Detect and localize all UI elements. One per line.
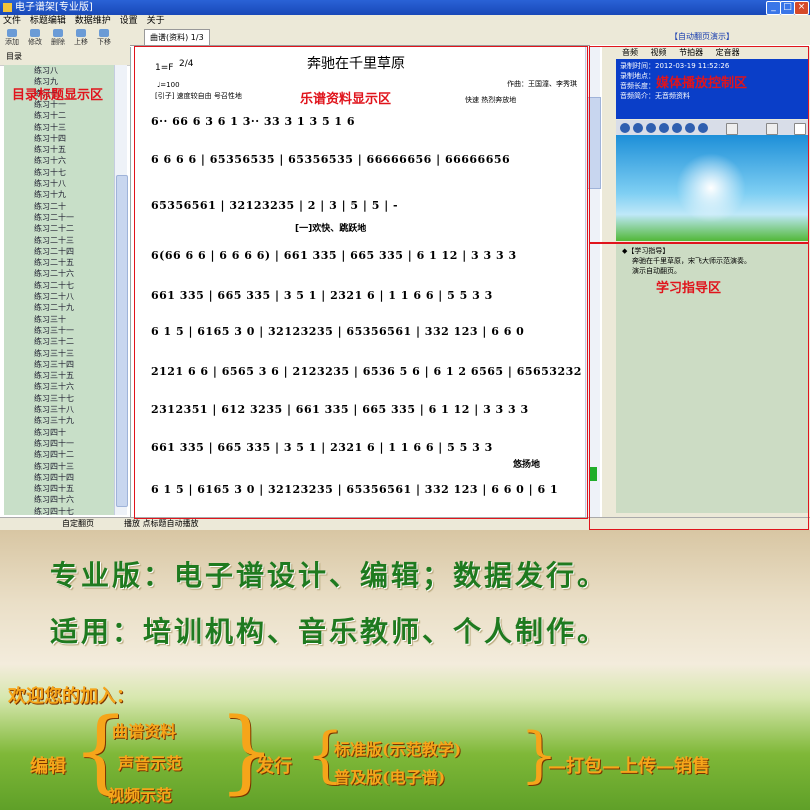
catalog-pane: 目录 练习八 练习九 练习十 练习十一 练习十二 练习十三 练习十四 练习十五 练习十六 练习十七… bbox=[0, 47, 131, 517]
move-up-icon bbox=[76, 29, 86, 37]
tree-item[interactable]: 练习二十六 bbox=[34, 268, 74, 279]
delete-button[interactable]: 删除 bbox=[48, 29, 68, 46]
menu-title-edit[interactable]: 标题编辑 bbox=[30, 16, 66, 26]
tree-item[interactable]: 练习四十五 bbox=[34, 483, 74, 494]
publish-item-2: 普及版(电子谱) bbox=[334, 768, 446, 787]
promo-line-2: 适用：培训机构、音乐教师、个人制作。 bbox=[50, 615, 609, 648]
tree-item[interactable]: 练习二十四 bbox=[34, 246, 74, 257]
minimize-button[interactable]: _ bbox=[766, 1, 781, 15]
tree-item[interactable]: 练习四十六 bbox=[34, 494, 74, 505]
tree-item[interactable]: 练习二十七 bbox=[34, 280, 74, 291]
tree-scrollbar[interactable] bbox=[114, 65, 128, 515]
promo-banner: 专业版：电子谱设计、编辑；数据发行。 适用：培训机构、音乐教师、个人制作。 欢迎… bbox=[0, 530, 810, 810]
tree-item[interactable]: 练习十九 bbox=[34, 189, 66, 200]
move-down-button[interactable]: 下移 bbox=[94, 29, 114, 46]
close-button[interactable]: × bbox=[794, 1, 809, 15]
tree-item[interactable]: 练习四十一 bbox=[34, 438, 74, 449]
delete-icon bbox=[53, 29, 63, 37]
publish-item-1: 标准版(示范教学) bbox=[334, 740, 462, 759]
tree-item[interactable]: 练习二十五 bbox=[34, 257, 74, 268]
media-area-label: 媒体播放控制区 bbox=[656, 76, 748, 91]
score-area-frame bbox=[134, 46, 588, 519]
tree-item[interactable]: 练习三十三 bbox=[34, 348, 74, 359]
right-header: 【自动翻页演示】 bbox=[590, 27, 810, 45]
tree-item[interactable]: 练习三十一 bbox=[34, 325, 74, 336]
tree-item[interactable]: 练习四十七 bbox=[34, 506, 74, 515]
flow-text: —打包—上传—销售 bbox=[548, 756, 710, 777]
tree-item[interactable]: 练习十六 bbox=[34, 155, 66, 166]
tree-item[interactable]: 练习十五 bbox=[34, 144, 66, 155]
toolbar: 添加 修改 删除 上移 下移 bbox=[0, 27, 130, 47]
status-mid: 播放 点标题自动播放 bbox=[124, 519, 199, 528]
tree-item[interactable]: 练习二十九 bbox=[34, 302, 74, 313]
edit-icon bbox=[30, 29, 40, 37]
tree-item[interactable]: 练习四十 bbox=[34, 427, 66, 438]
publish-label: 发行 bbox=[256, 756, 292, 777]
move-up-button[interactable]: 上移 bbox=[71, 29, 91, 46]
tree-item[interactable]: 练习三十五 bbox=[34, 370, 74, 381]
tree-area-label: 目录标题显示区 bbox=[12, 88, 104, 103]
maximize-button[interactable]: □ bbox=[780, 1, 795, 15]
tree-item[interactable]: 练习十四 bbox=[34, 133, 66, 144]
score-area-label: 乐谱资料显示区 bbox=[300, 92, 392, 107]
add-button[interactable]: 添加 bbox=[2, 29, 22, 46]
tree-item[interactable]: 练习十二 bbox=[34, 110, 66, 121]
app-icon bbox=[3, 2, 12, 12]
move-down-icon bbox=[99, 29, 109, 37]
edit-item-1: 曲谱资料 bbox=[112, 722, 177, 741]
tree-item[interactable]: 练习三十二 bbox=[34, 336, 74, 347]
promo-line-1: 专业版：电子谱设计、编辑；数据发行。 bbox=[50, 559, 609, 592]
tree-item[interactable]: 练习四十四 bbox=[34, 472, 74, 483]
edit-item-2: 声音示范 bbox=[118, 754, 183, 773]
add-icon bbox=[7, 29, 17, 37]
tree-item[interactable]: 练习三十四 bbox=[34, 359, 74, 370]
title-bar: 电子谱架[专业版] _ □ × bbox=[0, 0, 810, 15]
tree-item[interactable]: 练习二十一 bbox=[34, 212, 74, 223]
guide-area-label: 学习指导区 bbox=[656, 281, 722, 296]
tree-root[interactable]: 目录 bbox=[6, 51, 22, 62]
tree-item[interactable]: 练习四十三 bbox=[34, 461, 74, 472]
menu-settings[interactable]: 设置 bbox=[120, 16, 138, 26]
tree-item[interactable]: 练习二十八 bbox=[34, 291, 74, 302]
auto-page-title: 【自动翻页演示】 bbox=[670, 32, 734, 41]
status-left: 自定翻页 bbox=[62, 519, 94, 528]
tree-item[interactable]: 练习三十六 bbox=[34, 381, 74, 392]
menu-file[interactable]: 文件 bbox=[3, 16, 21, 26]
menu-about[interactable]: 关于 bbox=[147, 16, 165, 26]
tree-item[interactable]: 练习三十七 bbox=[34, 393, 74, 404]
tree-item[interactable]: 练习三十九 bbox=[34, 415, 74, 426]
edit-button[interactable]: 修改 bbox=[25, 29, 45, 46]
edit-label: 编辑 bbox=[30, 756, 66, 777]
tree-item[interactable]: 练习十三 bbox=[34, 122, 66, 133]
tree-item[interactable]: 练习八 bbox=[34, 65, 58, 76]
menu-data[interactable]: 数据维护 bbox=[75, 16, 111, 26]
tree-item[interactable]: 练习三十 bbox=[34, 314, 66, 325]
tree-item[interactable]: 练习二十三 bbox=[34, 235, 74, 246]
menu-bar: 文件 标题编辑 数据维护 设置 关于 bbox=[0, 15, 810, 27]
document-tab-strip: 曲谱(资料) 1/3 bbox=[130, 27, 590, 46]
tree-item[interactable]: 练习四十二 bbox=[34, 449, 74, 460]
tree-item[interactable]: 练习三十八 bbox=[34, 404, 74, 415]
tab-score[interactable]: 曲谱(资料) 1/3 bbox=[144, 29, 210, 45]
tree-item[interactable]: 练习二十二 bbox=[34, 223, 74, 234]
tree-item[interactable]: 练习十七 bbox=[34, 167, 66, 178]
tree-scroll-thumb[interactable] bbox=[116, 175, 128, 507]
edit-item-3: 视频示范 bbox=[108, 786, 173, 805]
tree-item[interactable]: 练习二十 bbox=[34, 201, 66, 212]
window-title: 电子谱架[专业版] bbox=[15, 2, 93, 13]
tree-item[interactable]: 练习十八 bbox=[34, 178, 66, 189]
catalog-tree: 练习八 练习九 练习十 练习十一 练习十二 练习十三 练习十四 练习十五 练习十六 练习十七 练习十… bbox=[4, 65, 114, 515]
tree-header: 目录 bbox=[0, 47, 130, 66]
